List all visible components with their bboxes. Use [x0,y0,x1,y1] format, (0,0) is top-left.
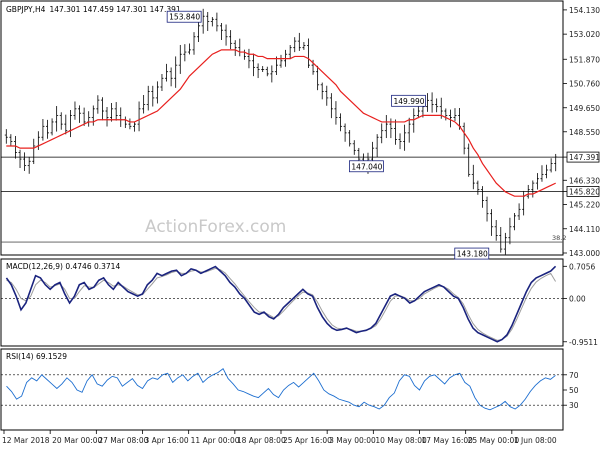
gbpjpy-chart: GBPJPY,H4 147.301 147.459 147.301 147.391… [0,0,600,445]
price-ytick-label: 146.330 [569,176,600,185]
rsi-panel-title: RSI(14) 69.1529 [6,352,67,361]
watermark: ActionForex.com [145,217,286,237]
x-tick-label: 18 Apr 08:00 [237,436,286,445]
x-tick-label: 3 May 00:00 [329,436,376,445]
x-tick-label: 17 May 16:00 [422,436,474,445]
x-tick-label: 1 Jun 08:00 [514,436,557,445]
rsi-ytick-label: 30 [569,401,579,410]
x-tick-label: 10 May 08:00 [375,436,427,445]
price-ytick-label: 151.870 [569,55,600,64]
fib-level-label: 38.2 [552,234,566,242]
price-ytick-label: 147.391 [569,153,600,162]
x-tick-label: 12 Mar 2018 [2,436,50,445]
rsi-ytick-label: 70 [569,371,579,380]
annotation-label: 153.840 [169,13,200,22]
price-ytick-label: 145.220 [569,201,600,210]
price-ytick-label: 148.550 [569,128,600,137]
x-tick-label: 3 Apr 16:00 [145,436,189,445]
macd-ytick-label: 0.00 [569,294,586,303]
price-panel-title: GBPJPY,H4 147.301 147.459 147.301 147.391 [6,5,181,14]
x-tick-label: 20 Mar 00:00 [52,436,102,445]
annotation-label: 149.990 [394,97,425,106]
price-ytick-label: 150.760 [569,80,600,89]
x-tick-label: 27 Mar 08:00 [98,436,148,445]
price-ytick-label: 153.020 [569,30,600,39]
price-ytick-label: 149.650 [569,104,600,113]
x-tick-label: 11 Apr 00:00 [191,436,240,445]
rsi-ytick-label: 50 [569,386,579,395]
rsi-panel-frame [0,348,564,431]
price-ytick-label: 143.000 [569,249,600,258]
annotation-label: 143.180 [457,250,488,259]
x-tick-label: 25 May 00:00 [468,436,520,445]
annotation-label: 147.040 [351,162,382,171]
macd-ytick-label: 0.7056 [569,262,595,271]
x-tick-label: 25 Apr 16:00 [283,436,332,445]
price-ytick-label: 145.820 [569,187,600,196]
macd-ytick-label: -0.9511 [569,338,598,347]
price-ytick-label: 144.110 [569,225,600,234]
price-ytick-label: 154.130 [569,6,600,15]
macd-panel-title: MACD(12,26,9) 0.4746 0.3714 [6,262,120,271]
